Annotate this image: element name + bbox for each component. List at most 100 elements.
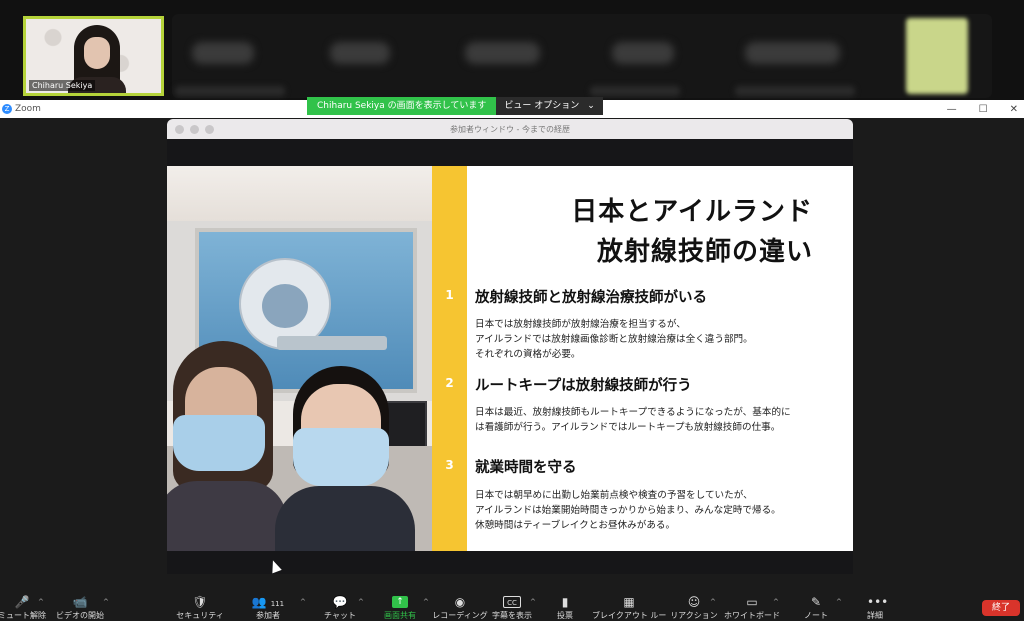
self-video-tile[interactable]: Chiharu Sekiya (23, 16, 164, 96)
close-button[interactable]: ✕ (1010, 104, 1018, 115)
item-body: 日本では放射線技師が放射線治療を担当するが、 アイルランドでは放射線画像診断と放… (475, 317, 845, 362)
slide-title-line: 放射線技師の違い (596, 237, 813, 267)
blurred-row (735, 86, 855, 96)
participant-strip: Chiharu Sekiya (0, 0, 1024, 100)
chevron-down-icon: ⌄ (587, 101, 595, 111)
more-label: 詳細 (867, 611, 883, 620)
whiteboard-caret-icon[interactable]: ^ (773, 598, 779, 606)
presentation-slide: 1 2 3 日本とアイルランド 放射線技師の違い 放射線技師と放射線治療技師がい… (167, 166, 853, 551)
zoom-window-title: Zoom (15, 104, 41, 114)
blurred-participant-name (612, 42, 674, 64)
item-body-line: アイルランドは始業開始時間きっかりから始まり、みんな定時で帰る。 (475, 505, 781, 516)
video-button[interactable]: 📹 ビデオの開始 (50, 596, 110, 621)
chat-caret-icon[interactable]: ^ (358, 598, 364, 606)
more-button[interactable]: ••• 詳細 (845, 596, 905, 621)
notes-icon: ✎ (810, 595, 822, 609)
share-screen-button[interactable]: ↑ 画面共有 (370, 596, 430, 621)
item-body-line: アイルランドでは放射線画像診断と放射線治療は全く違う部門。 (475, 334, 753, 345)
blurred-participant-name (465, 42, 540, 64)
item-heading: ルートキープは放射線技師が行う (475, 378, 692, 394)
item-body-line: 日本では朝早めに出勤し始業前点検や検査の予習をしていたが、 (475, 490, 753, 501)
more-icon: ••• (867, 595, 889, 609)
video-options-caret-icon[interactable]: ^ (103, 598, 109, 606)
chat-icon: 💬 (332, 595, 348, 609)
shield-icon: 🛡 (192, 595, 208, 609)
slide-title-line: 日本とアイルランド (571, 197, 813, 227)
blurred-participant-name (330, 42, 390, 64)
participants-caret-icon[interactable]: ^ (300, 598, 306, 606)
people-icon: 👥 (251, 595, 267, 609)
security-label: セキュリティ (176, 611, 224, 620)
video-label: ビデオの開始 (56, 611, 104, 620)
polls-button[interactable]: ▮ 投票 (535, 596, 595, 621)
record-icon: ◉ (454, 595, 466, 609)
view-options-label: ビュー オプション (504, 101, 580, 111)
item-body-line: それぞれの資格が必要。 (475, 349, 581, 360)
share-status-label: Chiharu Sekiya の画面を表示しています (307, 97, 497, 115)
security-button[interactable]: 🛡 セキュリティ (170, 596, 230, 621)
share-screen-label: 画面共有 (384, 611, 416, 620)
slide-accent-bar: 1 2 3 (432, 166, 467, 551)
person-left (167, 341, 287, 551)
item-body-line: 日本では放射線技師が放射線治療を担当するが、 (475, 319, 686, 330)
slide-title: 日本とアイルランド 放射線技師の違い (571, 192, 813, 272)
reactions-label: リアクション (670, 611, 718, 620)
video-off-icon: 📹 (72, 595, 88, 609)
minimize-button[interactable]: — (947, 104, 957, 115)
breakout-label: ブレイクアウト ルーム (592, 611, 666, 620)
record-button[interactable]: ◉ レコーディング (430, 596, 490, 621)
item-body: 日本は最近、放射線技師もルートキープできるようになったが、基本的に は看護師が行… (475, 405, 845, 435)
whiteboard-icon: ▭ (746, 595, 758, 609)
blurred-row (175, 86, 285, 96)
whiteboard-label: ホワイトボード (724, 611, 780, 620)
item-number: 2 (445, 376, 454, 390)
reaction-icon: ☺ (687, 595, 701, 609)
reactions-caret-icon[interactable]: ^ (710, 598, 716, 606)
captions-label: 字幕を表示 (492, 611, 532, 620)
chat-label: チャット (324, 611, 356, 620)
polls-icon: ▮ (561, 595, 569, 609)
captions-icon: CC (503, 596, 521, 608)
item-heading: 就業時間を守る (475, 460, 577, 476)
blurred-participant-thumbnail (906, 18, 968, 94)
blurred-participants-panel (172, 14, 992, 98)
slide-photo (167, 166, 432, 551)
notes-label: ノート (804, 611, 828, 620)
person-right (275, 366, 415, 551)
mute-button[interactable]: 🎤 ミュート解除 (0, 596, 52, 621)
item-number: 1 (445, 288, 454, 302)
item-body-line: 日本は最近、放射線技師もルートキープできるようになったが、基本的に (475, 407, 791, 418)
notes-caret-icon[interactable]: ^ (836, 598, 842, 606)
slide-top-margin (167, 139, 853, 166)
participants-button[interactable]: 👥 111 参加者 (238, 596, 298, 621)
view-options-button[interactable]: ビュー オプション ⌄ (496, 97, 603, 115)
item-body-line: は看護師が行う。アイルランドではルートキープも放射線技師の仕事。 (475, 422, 781, 433)
polls-label: 投票 (557, 611, 573, 620)
shared-app-window: 参加者ウィンドウ - 今までの経歴 1 2 3 日本とアイルランド 放射線技師の… (167, 119, 853, 574)
blurred-participant-name (745, 42, 840, 64)
breakout-rooms-button[interactable]: ▦ ブレイクアウト ルーム (592, 596, 666, 621)
maximize-button[interactable]: ☐ (979, 104, 988, 115)
end-meeting-button[interactable]: 終了 (982, 600, 1020, 616)
window-controls: — ☐ ✕ (947, 100, 1018, 118)
breakout-icon: ▦ (623, 595, 635, 609)
participant-count: 111 (270, 600, 285, 608)
share-caret-icon[interactable]: ^ (423, 598, 429, 606)
screen-share-banner: Chiharu Sekiya の画面を表示しています ビュー オプション ⌄ (307, 97, 603, 115)
item-heading: 放射線技師と放射線治療技師がいる (475, 290, 707, 306)
slide-text-content: 日本とアイルランド 放射線技師の違い 放射線技師と放射線治療技師がいる 日本では… (467, 166, 853, 551)
item-body-line: 休憩時間はティーブレイクとお昼休みがある。 (475, 520, 676, 531)
mute-label: ミュート解除 (0, 611, 46, 620)
mute-options-caret-icon[interactable]: ^ (38, 598, 44, 606)
microphone-muted-icon: 🎤 (14, 595, 30, 609)
participants-icon: 👥 111 (250, 596, 286, 608)
record-label: レコーディング (432, 611, 488, 620)
zoom-meeting-screen: Chiharu Sekiya Z Zoom — ☐ ✕ Chiharu Seki… (0, 0, 1024, 621)
zoom-logo-icon: Z (2, 104, 12, 114)
share-screen-icon: ↑ (392, 596, 408, 608)
shared-window-titlebar: 参加者ウィンドウ - 今までの経歴 (167, 119, 853, 139)
meeting-toolbar: 🎤 ミュート解除 ^ 📹 ビデオの開始 ^ 🛡 セキュリティ 👥 111 参加者… (0, 576, 1024, 621)
item-body: 日本では朝早めに出勤し始業前点検や検査の予習をしていたが、 アイルランドは始業開… (475, 488, 845, 533)
participants-label: 参加者 (256, 611, 280, 620)
self-name-label: Chiharu Sekiya (29, 80, 96, 91)
